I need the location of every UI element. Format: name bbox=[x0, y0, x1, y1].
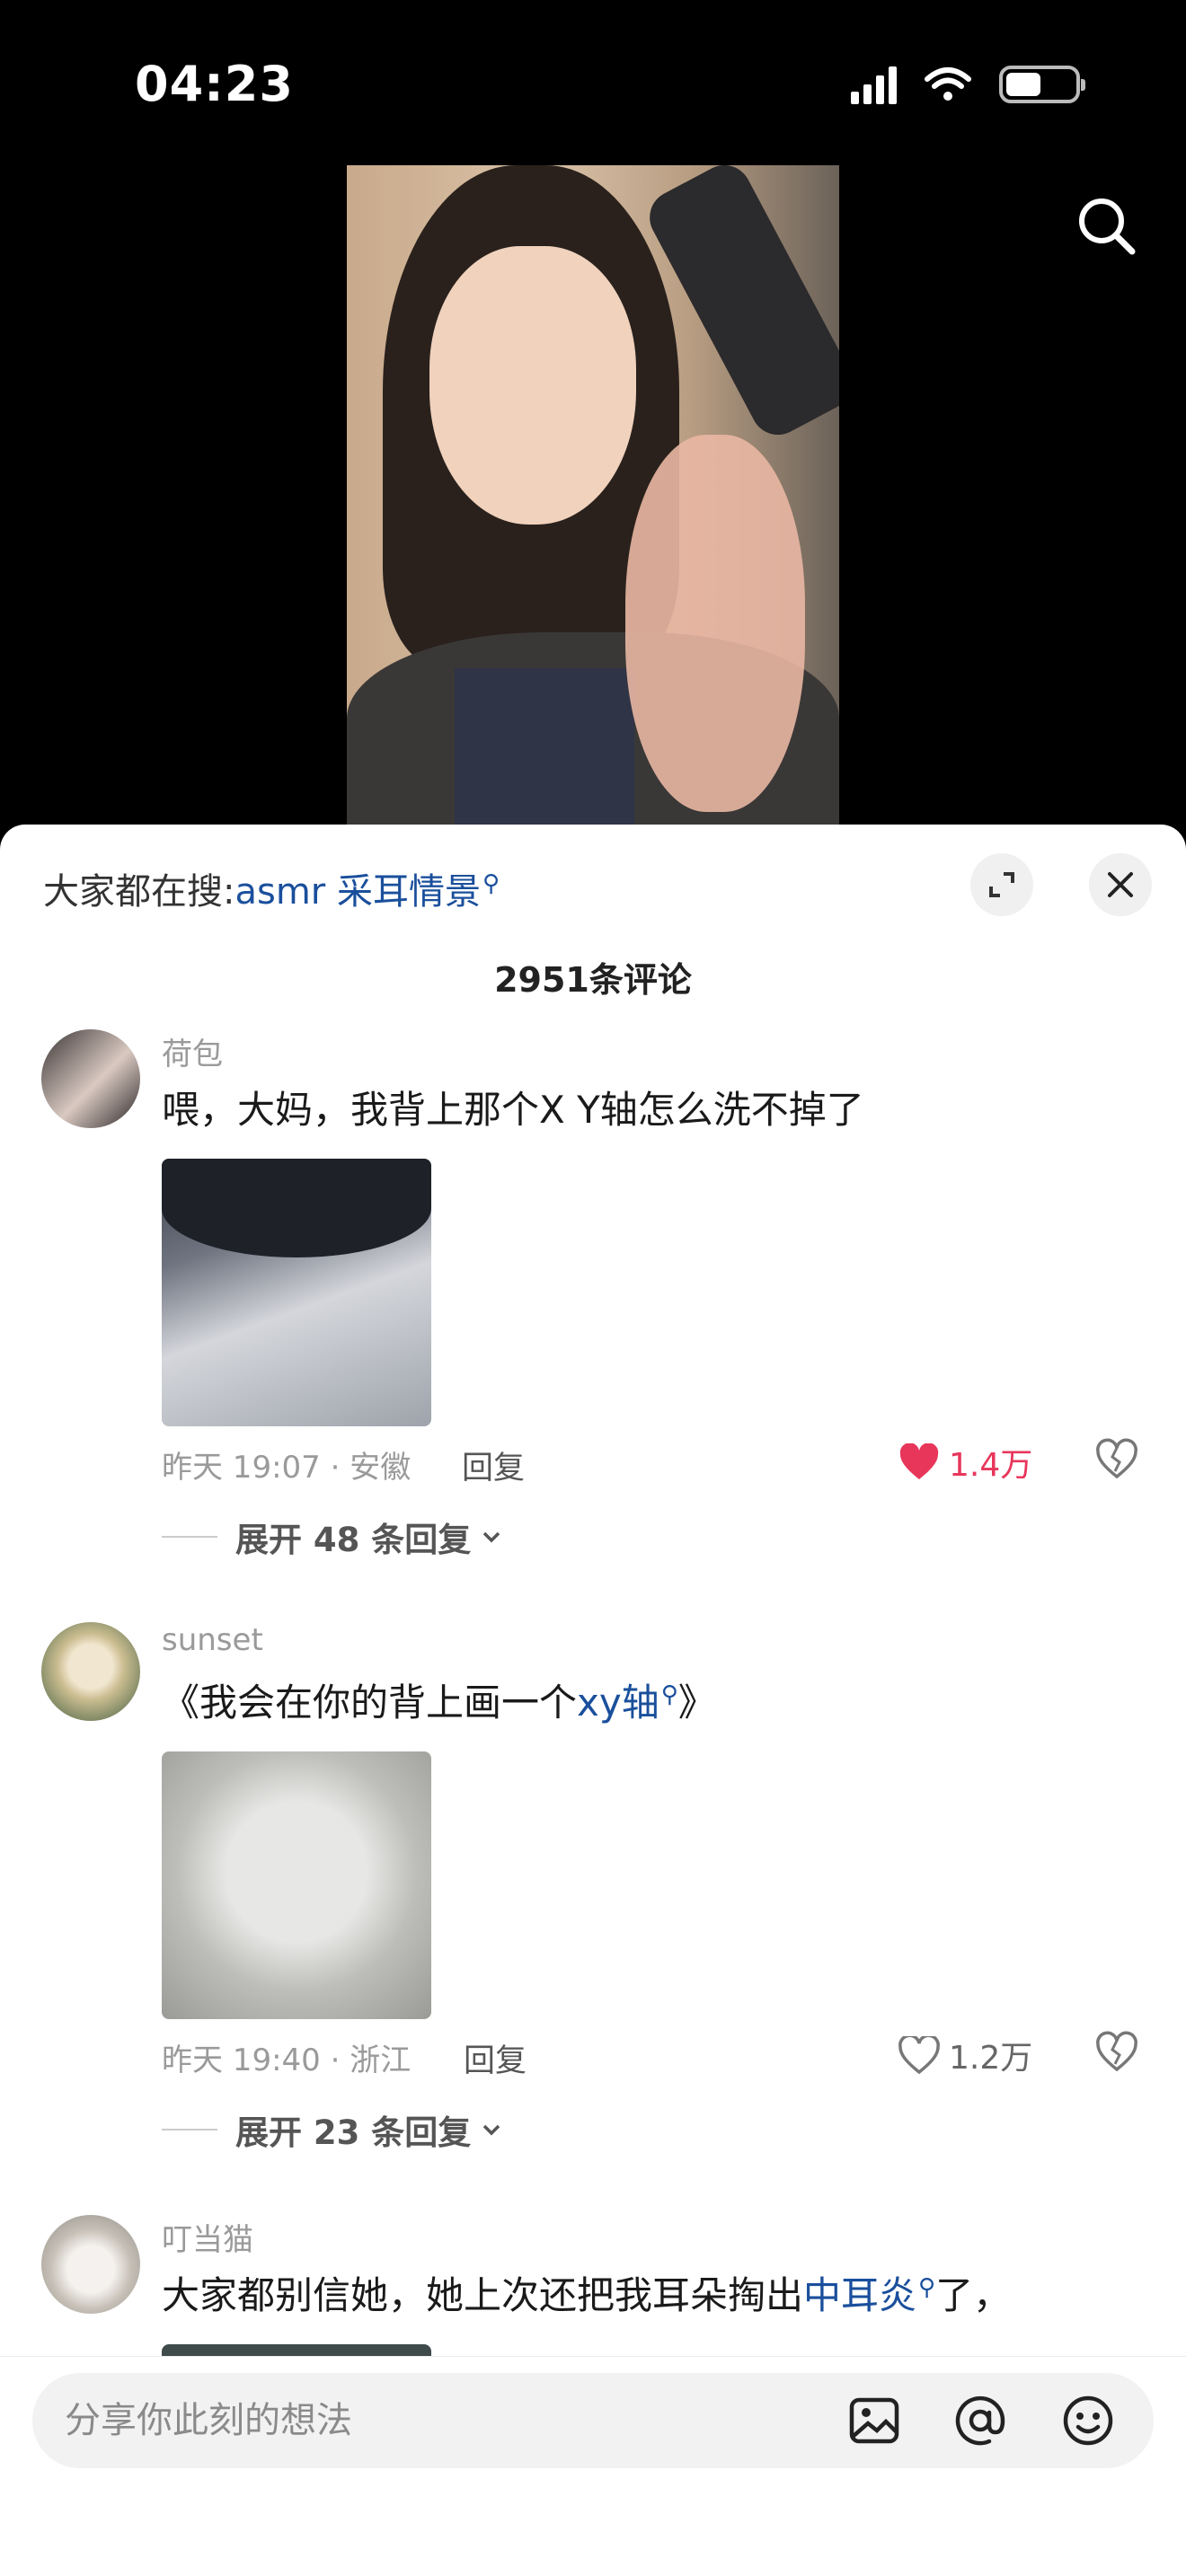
comments-sheet: 大家都在搜:asmr 采耳情景⚲ 2951条评论 荷包 喂，大妈，我背上那个X … bbox=[0, 825, 1186, 2576]
avatar[interactable] bbox=[41, 1029, 140, 1128]
trending-search[interactable]: 大家都在搜:asmr 采耳情景⚲ bbox=[43, 862, 500, 914]
status-icons bbox=[851, 65, 1085, 104]
comment-username[interactable]: sunset bbox=[162, 1622, 263, 1658]
expand-replies-label: 展开 48 条回复 bbox=[235, 1521, 472, 1559]
like-button[interactable]: 1.2万 bbox=[898, 2032, 1032, 2078]
image-icon[interactable] bbox=[846, 2393, 902, 2448]
comment-meta: 昨天 19:07 · 安徽 bbox=[162, 1450, 412, 1486]
comment-input-pill[interactable] bbox=[32, 2373, 1154, 2468]
expand-sheet-button[interactable] bbox=[970, 853, 1033, 916]
close-button[interactable] bbox=[1089, 853, 1152, 916]
expand-replies-label: 展开 23 条回复 bbox=[235, 2113, 472, 2152]
like-count: 1.4万 bbox=[949, 1447, 1033, 1484]
search-icon: ⚲ bbox=[660, 1681, 678, 1708]
expand-replies-button[interactable]: 展开 48 条回复 bbox=[162, 1513, 505, 1561]
avatar[interactable] bbox=[41, 2215, 140, 2314]
close-icon bbox=[1108, 872, 1133, 897]
avatar[interactable] bbox=[41, 1622, 140, 1721]
battery-icon bbox=[999, 66, 1085, 103]
comment-count: 2951条评论 bbox=[494, 960, 692, 1000]
trending-prefix: 大家都在搜: bbox=[43, 871, 235, 913]
search-icon[interactable] bbox=[1071, 190, 1143, 262]
comment-keyword-link[interactable]: xy轴 bbox=[577, 1681, 659, 1725]
reply-button[interactable]: 回复 bbox=[464, 2035, 527, 2081]
heart-filled-icon bbox=[899, 1443, 939, 1479]
chevron-down-icon bbox=[483, 1531, 500, 1543]
comment-sticker-image[interactable] bbox=[162, 1159, 431, 1426]
video-player[interactable] bbox=[347, 165, 839, 825]
comment-sticker-image[interactable] bbox=[162, 1751, 431, 2019]
mention-icon[interactable] bbox=[952, 2393, 1008, 2448]
heart-outline-icon bbox=[898, 2036, 940, 2074]
comment-text: 《我会在你的背上画一个xy轴⚲》 bbox=[162, 1681, 716, 1725]
wifi-icon bbox=[925, 67, 971, 101]
search-icon: ⚲ bbox=[482, 869, 500, 897]
comment-username[interactable]: 叮当猫 bbox=[162, 2215, 253, 2259]
comment-input-bar bbox=[0, 2356, 1186, 2576]
status-time: 04:23 bbox=[135, 56, 294, 112]
expand-icon bbox=[989, 872, 1014, 897]
like-count: 1.2万 bbox=[949, 2040, 1033, 2077]
comment-text: 大家都别信她，她上次还把我耳朵掏出中耳炎⚲了， bbox=[162, 2273, 1012, 2317]
comment-keyword-link[interactable]: 中耳炎 bbox=[803, 2273, 916, 2317]
comment-text: 喂，大妈，我背上那个X Y轴怎么洗不掉了 bbox=[162, 1088, 864, 1132]
reply-button[interactable]: 回复 bbox=[462, 1442, 525, 1488]
dislike-icon[interactable] bbox=[1094, 2030, 1139, 2075]
like-button[interactable]: 1.4万 bbox=[898, 1439, 1032, 1486]
expand-replies-button[interactable]: 展开 23 条回复 bbox=[162, 2105, 505, 2154]
trending-keyword[interactable]: asmr 采耳情景 bbox=[235, 871, 480, 913]
emoji-icon[interactable] bbox=[1060, 2393, 1116, 2448]
search-icon: ⚲ bbox=[918, 2274, 936, 2301]
chevron-down-icon bbox=[483, 2124, 500, 2136]
cellular-signal-icon bbox=[851, 65, 897, 104]
comment-username[interactable]: 荷包 bbox=[162, 1029, 223, 1073]
comment-meta: 昨天 19:40 · 浙江 bbox=[162, 2042, 412, 2078]
comment-input[interactable] bbox=[65, 2373, 783, 2468]
dislike-icon[interactable] bbox=[1094, 1437, 1139, 1482]
